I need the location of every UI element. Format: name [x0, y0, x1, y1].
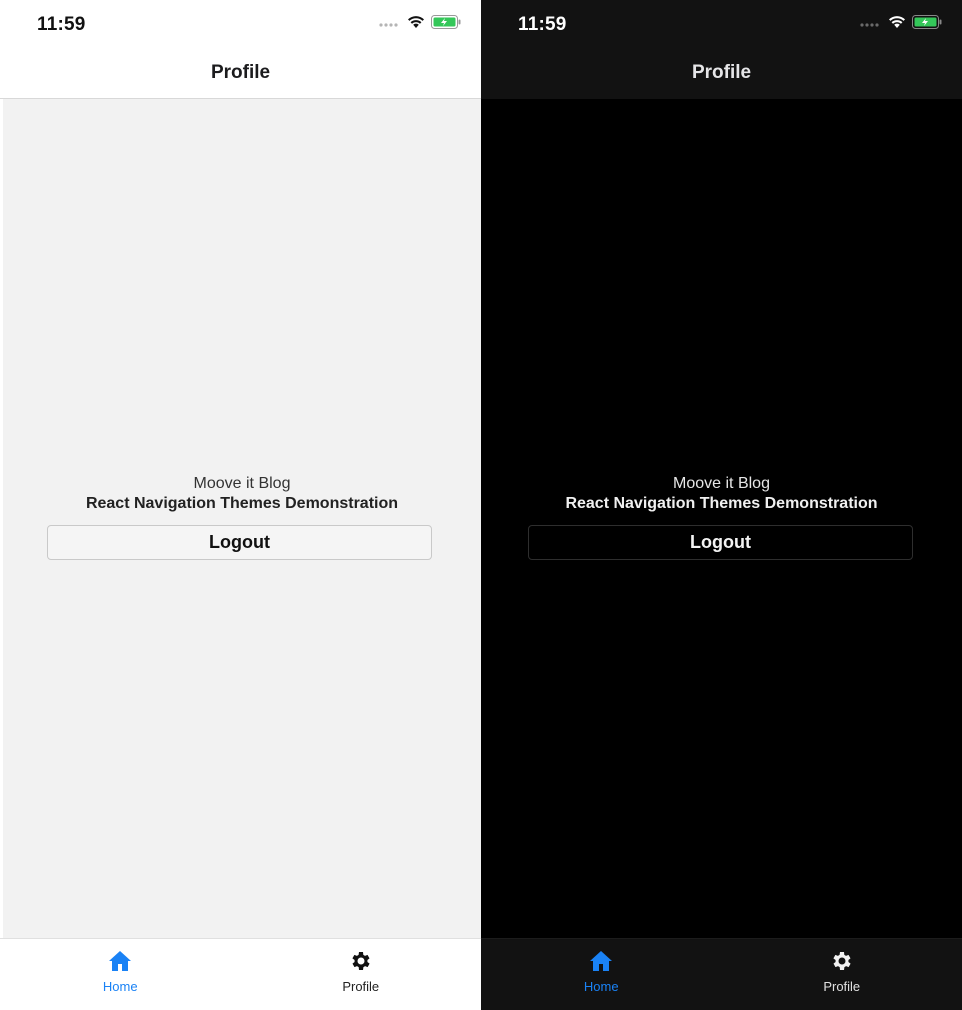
tab-home[interactable]: Home	[0, 939, 241, 1010]
tab-profile[interactable]: Profile	[241, 939, 482, 1010]
gear-icon	[829, 948, 855, 974]
logout-button[interactable]: Logout	[47, 525, 432, 560]
bottom-tab-bar: Home Profile	[481, 938, 962, 1010]
tab-home-label: Home	[102, 979, 138, 994]
bottom-tab-bar: Home Profile	[0, 938, 481, 1010]
wifi-icon	[407, 15, 425, 34]
home-icon	[107, 948, 133, 974]
info-block: Moove it Blog React Navigation Themes De…	[3, 474, 481, 514]
tab-home[interactable]: Home	[481, 939, 722, 1010]
wifi-icon	[888, 15, 906, 34]
status-time: 11:59	[37, 14, 86, 35]
dark-theme-screen: 11:59 Profile Moove it Blog React Naviga…	[481, 0, 962, 1010]
tab-profile-label: Profile	[823, 979, 861, 994]
home-icon	[588, 948, 614, 974]
status-time: 11:59	[518, 14, 567, 35]
tab-home-label: Home	[583, 979, 619, 994]
logout-button[interactable]: Logout	[528, 525, 913, 560]
battery-icon	[431, 14, 461, 34]
status-icons	[860, 14, 942, 34]
navigation-header: Profile	[0, 48, 481, 99]
status-bar: 11:59	[0, 0, 481, 48]
profile-content: Moove it Blog React Navigation Themes De…	[481, 99, 962, 938]
status-bar: 11:59	[481, 0, 962, 48]
blog-name: Moove it Blog	[193, 475, 291, 492]
gear-icon	[348, 948, 374, 974]
profile-content: Moove it Blog React Navigation Themes De…	[3, 99, 481, 938]
navigation-header: Profile	[481, 48, 962, 99]
signal-icon	[379, 15, 401, 33]
screens-container: 11:59 Profile Moove it Blog React Naviga…	[0, 0, 962, 1010]
page-title: Profile	[691, 62, 752, 83]
info-block: Moove it Blog React Navigation Themes De…	[481, 474, 962, 514]
status-icons	[379, 14, 461, 34]
light-theme-screen: 11:59 Profile Moove it Blog React Naviga…	[0, 0, 481, 1010]
tab-profile-label: Profile	[342, 979, 380, 994]
blog-name: Moove it Blog	[673, 475, 770, 492]
battery-icon	[912, 14, 942, 34]
demo-subtitle: React Navigation Themes Demonstration	[85, 495, 399, 512]
page-title: Profile	[210, 62, 271, 83]
demo-subtitle: React Navigation Themes Demonstration	[565, 495, 878, 512]
tab-profile[interactable]: Profile	[722, 939, 962, 1010]
signal-icon	[860, 15, 882, 33]
